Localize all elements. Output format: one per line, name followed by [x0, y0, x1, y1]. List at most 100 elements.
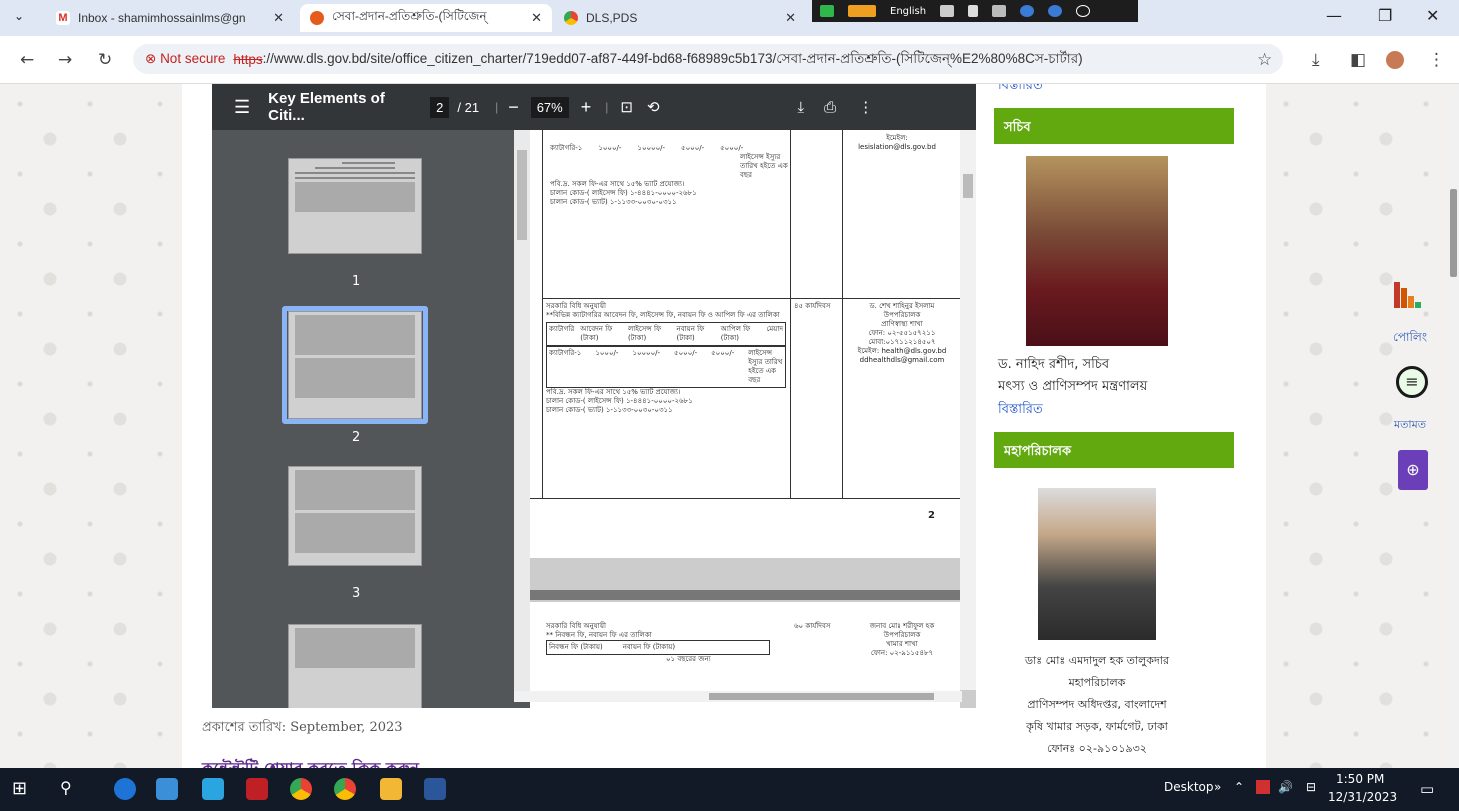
page-number-input[interactable]: 2 — [430, 96, 450, 118]
back-arrow-icon[interactable]: ← — [20, 50, 34, 70]
tab-dls-pds[interactable]: DLS,PDS ✕ — [554, 4, 806, 32]
fee-cell: ৫০০০/- — [681, 144, 705, 152]
fee-cell: ১০০০/- — [595, 349, 619, 357]
fee-row-1: ক্যাটাগরি-১ ১০০০/- ১০০০০/- ৫০০০/- ৫০০০/- — [550, 144, 780, 153]
email-value: lesislation@dls.gov.bd — [858, 143, 936, 151]
pdf-document-view[interactable]: ক্যাটাগরি-১ ১০০০/- ১০০০০/- ৫০০০/- ৫০০০/-… — [530, 130, 976, 708]
volume-icon[interactable]: 🔊 — [1278, 780, 1293, 794]
fee-cell: ৫০০০/- — [720, 144, 744, 152]
officer-branch: প্রাণিস্বাস্থ্য শাখা — [881, 320, 923, 328]
bangla-input-icon[interactable] — [848, 5, 876, 17]
details-link[interactable]: বিস্তারিত — [998, 84, 1043, 97]
thumbnail-scrollbar[interactable] — [514, 130, 530, 692]
menu-kebab-icon[interactable]: ⋮ — [1428, 50, 1445, 70]
pdf-more-icon[interactable]: ⋮ — [858, 98, 873, 116]
overflow-chevron-icon[interactable]: » — [1214, 780, 1221, 794]
windows-start-icon[interactable]: ⊞ — [12, 778, 34, 800]
vat-note: পবি.দ্র. সকল ফি-এর সাথে ১৫% ভ্যাট প্রযোজ… — [546, 388, 681, 396]
challan-code: চালান কোড-( লাইসেন্স ফি) ১-৪৪৪১-০০০০-২৬৮… — [546, 397, 693, 405]
tray-app-icon[interactable] — [1256, 780, 1270, 794]
officer-branch: খামার শাখা — [886, 640, 918, 648]
zoom-level[interactable]: 67% — [530, 96, 569, 118]
download-pdf-icon[interactable]: ⤓ — [798, 99, 805, 116]
tab-title: Inbox - shamimhossainlms@gn — [78, 11, 246, 25]
poll-bar-chart-icon[interactable] — [1394, 282, 1434, 308]
reload-icon[interactable]: ↻ — [98, 50, 112, 70]
zoom-in-icon[interactable]: + — [581, 97, 592, 118]
profile-avatar-icon[interactable] — [1386, 51, 1404, 69]
reg-fee-header: নিবন্ধন ফি (টাকায়) নবায়ন ফি (টাকায়) — [546, 640, 770, 655]
feedback-label[interactable]: মতামত — [1372, 416, 1448, 435]
tab-search-chevron-icon[interactable]: ⌄ — [14, 9, 24, 23]
rotate-icon[interactable]: ⟲ — [647, 98, 660, 116]
gmail-icon: M — [56, 11, 70, 25]
pdf-page-2: ক্যাটাগরি-১ ১০০০/- ১০০০০/- ৫০০০/- ৫০০০/-… — [530, 130, 960, 558]
help-icon[interactable] — [1048, 5, 1063, 17]
forward-arrow-icon[interactable]: → — [58, 50, 72, 70]
accessibility-icon[interactable]: ⊕ — [1398, 450, 1428, 490]
fit-page-icon[interactable]: ⊡ — [620, 98, 633, 116]
file-explorer-icon[interactable] — [380, 778, 402, 800]
thumbnail-page-4[interactable] — [288, 624, 422, 708]
language-label[interactable]: English — [890, 6, 926, 17]
chrome-active-icon[interactable] — [334, 778, 356, 800]
restore-icon[interactable]: ❐ — [1378, 6, 1392, 25]
th: আবেদন ফি (টাকা) — [580, 325, 613, 342]
bookmark-star-icon[interactable]: ☆ — [1257, 50, 1272, 70]
download-icon[interactable]: ⤓ — [1312, 50, 1320, 70]
pen-icon[interactable] — [968, 5, 979, 17]
tray-up-icon[interactable]: ⌃ — [1234, 780, 1244, 794]
th: ক্যাটাগরি — [549, 325, 575, 333]
share-heading: কন্টেন্টটি শেয়ার করতে ক্লিক করুন — [202, 756, 419, 768]
word-icon[interactable] — [424, 778, 446, 800]
telegram-icon[interactable] — [202, 778, 224, 800]
pdf-horizontal-scrollbar[interactable] — [514, 691, 962, 702]
tab-title: সেবা-প্রদান-প্রতিশ্রুতি-(সিটিজেন্ — [332, 9, 487, 23]
app-icon[interactable] — [156, 778, 178, 800]
notification-icon[interactable]: ▭ — [1420, 780, 1434, 798]
thumbnail-page-3[interactable] — [288, 466, 422, 566]
close-tab-icon[interactable]: ✕ — [531, 10, 542, 26]
close-tab-icon[interactable]: ✕ — [785, 10, 796, 26]
settings-gear-icon[interactable] — [992, 5, 1007, 17]
whatsapp-icon[interactable] — [820, 5, 834, 17]
secretary-details-link[interactable]: বিস্তারিত — [998, 400, 1043, 421]
side-panel-icon[interactable]: ◧ — [1350, 50, 1366, 70]
dg-dept: প্রাণিসম্পদ অধিদপ্তর, বাংলাদেশ — [1027, 698, 1167, 711]
not-secure-badge[interactable]: Not secure — [145, 51, 225, 67]
pdf-vertical-scrollbar[interactable] — [960, 130, 976, 690]
clock-date[interactable]: 12/31/2023 — [1328, 790, 1397, 804]
th: মেয়াদ — [766, 325, 783, 333]
feedback-chat-icon[interactable]: ≡ — [1396, 366, 1428, 398]
chrome-taskbar-icon[interactable] — [290, 778, 312, 800]
search-icon[interactable]: ⚲ — [60, 778, 82, 800]
page-number: 2 — [928, 510, 935, 521]
minimize-icon[interactable]: — — [1326, 6, 1342, 25]
network-icon[interactable]: ⊟ — [1306, 780, 1316, 794]
vat-note: পবি.দ্র. সকল ফি-এর সাথে ১৫% ভ্যাট প্রযোজ… — [550, 180, 685, 188]
close-tab-icon[interactable]: ✕ — [273, 10, 284, 26]
desktop-toolbar-label[interactable]: Desktop — [1164, 780, 1214, 794]
keyboard-icon[interactable] — [940, 5, 955, 17]
ie-icon[interactable] — [1020, 5, 1035, 17]
page-scrollbar[interactable] — [1448, 84, 1459, 768]
thumbnail-page-2[interactable] — [288, 311, 422, 419]
tab-citizen-charter[interactable]: সেবা-প্রদান-প্রতিশ্রুতি-(সিটিজেন্ ✕ — [300, 4, 552, 32]
close-window-icon[interactable]: ✕ — [1426, 6, 1439, 25]
clock-time[interactable]: 1:50 PM — [1336, 772, 1384, 786]
edge-icon[interactable] — [114, 778, 136, 800]
sidebar-menu-icon[interactable]: ☰ — [234, 97, 250, 118]
filezilla-icon[interactable] — [246, 778, 268, 800]
publish-date: প্রকাশের তারিখ: September, 2023 — [202, 720, 403, 735]
challan-code: চালান কোড-( ভ্যাট) ১-১১৩৩-০০৩০-০৩১১ — [550, 198, 677, 206]
fee-cell: ৫০০০/- — [674, 349, 698, 357]
tab-gmail[interactable]: M Inbox - shamimhossainlms@gn ✕ — [46, 4, 294, 32]
zoom-out-icon[interactable]: − — [508, 97, 519, 118]
print-icon[interactable]: ⎙ — [824, 99, 836, 116]
gov-rule: সরকারি বিধি অনুযায়ী — [546, 622, 606, 630]
thumbnail-page-1[interactable] — [288, 158, 422, 254]
url-field[interactable]: Not secure https ://www.dls.gov.bd/site/… — [133, 44, 1283, 74]
power-icon[interactable] — [1076, 5, 1091, 17]
poll-label[interactable]: পোলিং — [1372, 329, 1448, 349]
th: নবায়ন ফি (টাকা) — [676, 325, 705, 342]
